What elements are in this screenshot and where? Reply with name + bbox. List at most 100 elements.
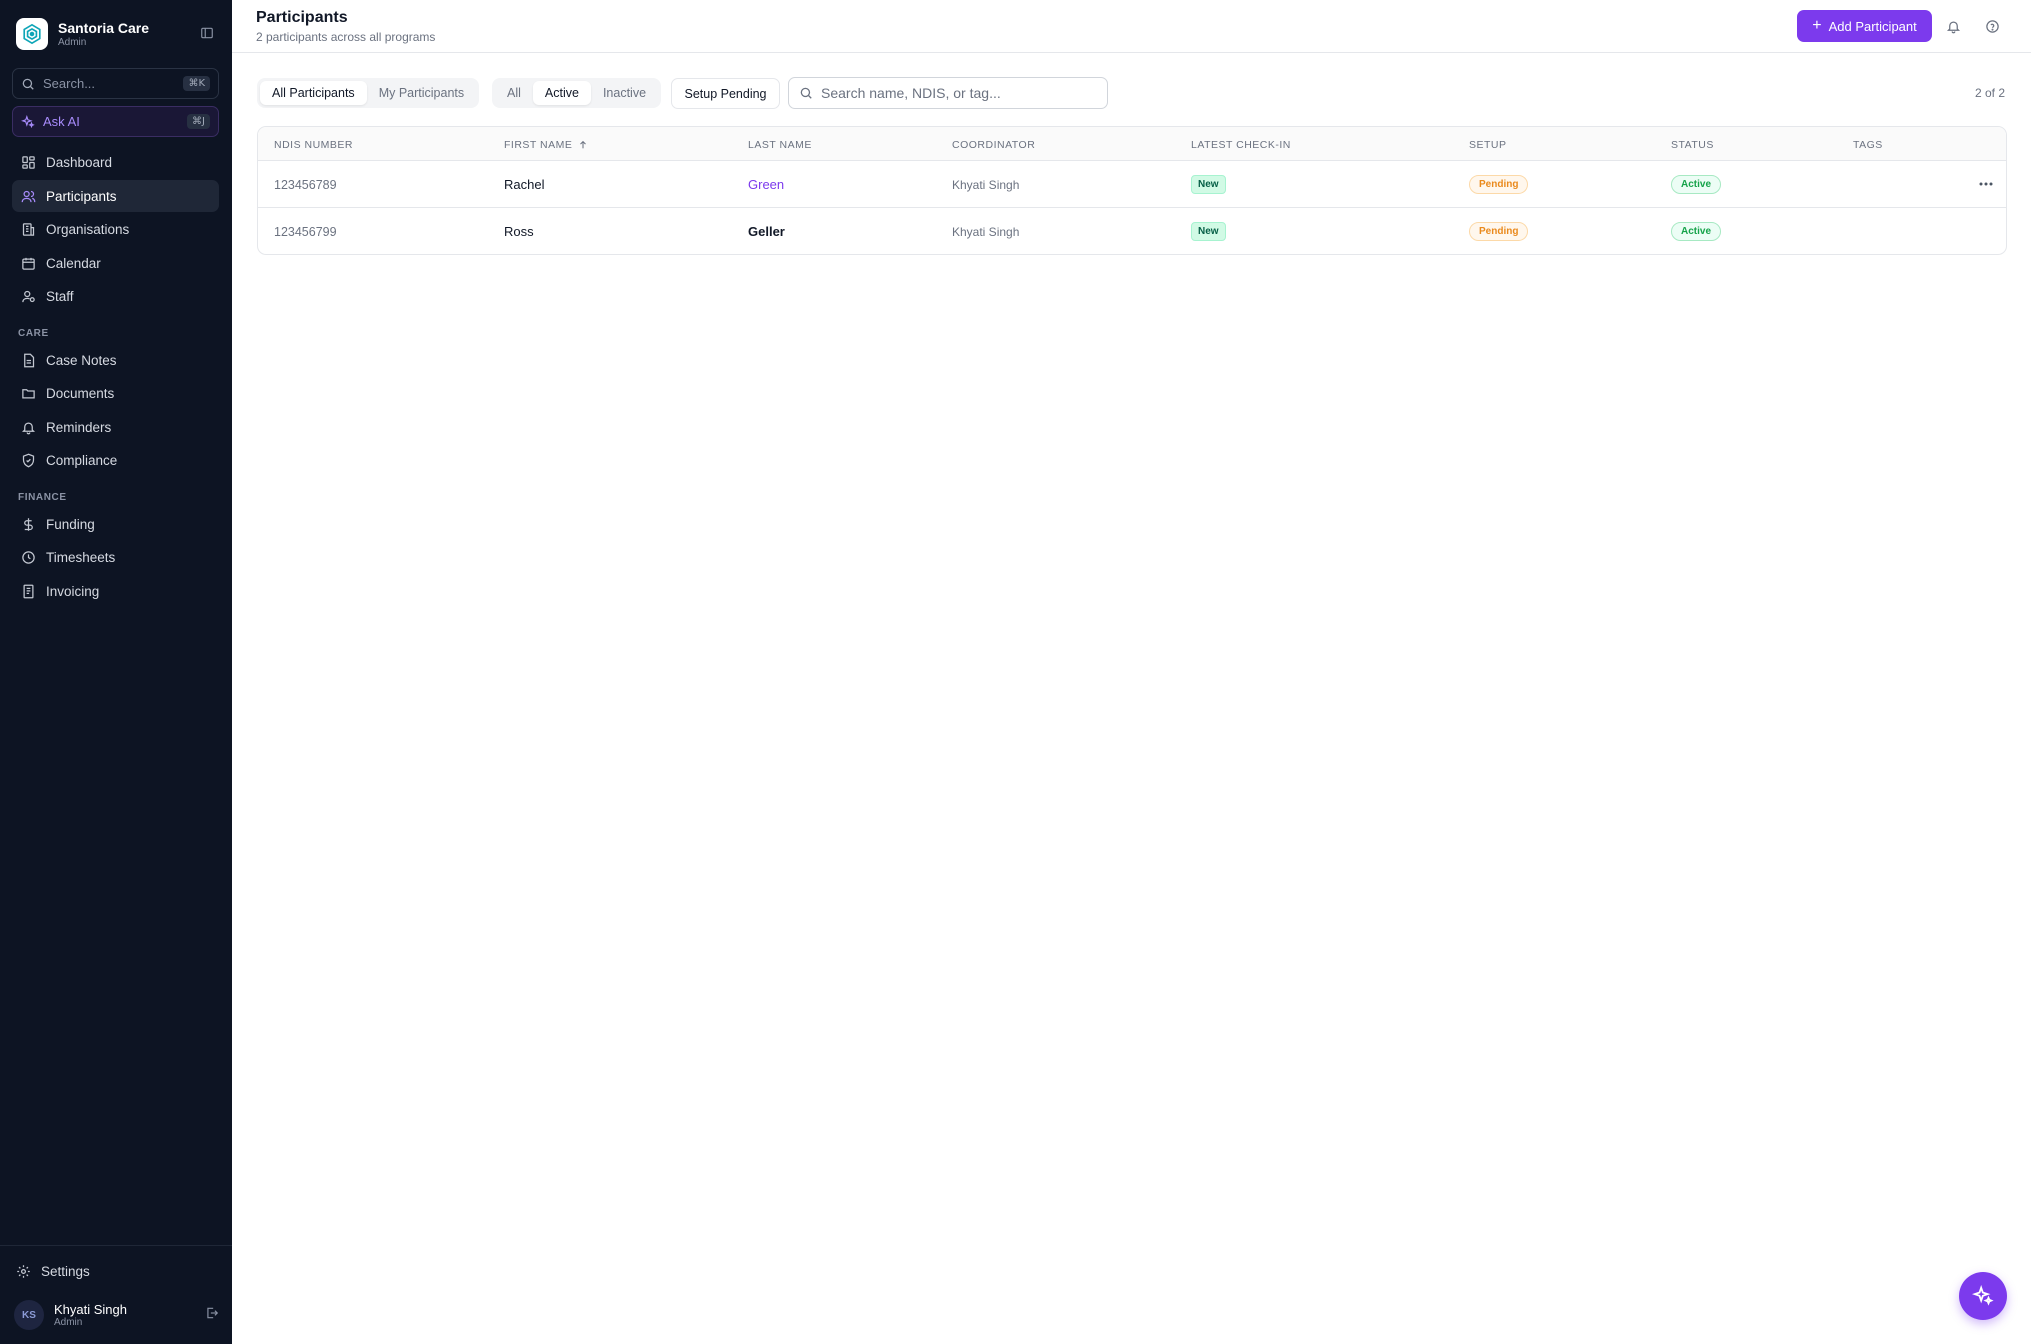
sidebar-search[interactable]: Search... ⌘K — [12, 68, 219, 99]
section-label-care: CARE — [18, 328, 49, 339]
sidebar-item-label: Compliance — [46, 452, 118, 468]
cell-first-name: Rachel — [504, 177, 545, 192]
sidebar-item-label: Documents — [46, 385, 115, 401]
cell-coordinator: Khyati Singh — [952, 177, 1020, 192]
settings-label: Settings — [41, 1263, 90, 1279]
sidebar-item-label: Participants — [46, 188, 117, 204]
add-participant-label: Add Participant — [1828, 18, 1917, 34]
logout-icon[interactable] — [205, 1306, 219, 1325]
sidebar-item-label: Reminders — [46, 419, 112, 435]
sidebar-item-reminders[interactable]: Reminders — [12, 411, 219, 443]
scope-toggle: All Participants My Participants — [257, 78, 480, 108]
notes-icon — [20, 352, 36, 368]
sidebar-item-timesheets[interactable]: Timesheets — [12, 541, 219, 573]
status-toggle: All Active Inactive — [492, 78, 662, 108]
sparkles-icon — [21, 114, 35, 128]
cell-last-name[interactable]: Geller — [748, 208, 785, 254]
cell-last-name[interactable]: Green — [748, 161, 784, 208]
table-row[interactable]: 123456799 Ross Geller Khyati Singh New P… — [258, 208, 2006, 254]
sidebar-item-documents[interactable]: Documents — [12, 377, 219, 409]
sidebar-item-participants[interactable]: Participants — [12, 180, 219, 212]
sidebar-item-label: Case Notes — [46, 352, 117, 368]
tab-all-participants[interactable]: All Participants — [260, 81, 367, 105]
sparkles-icon — [1972, 1285, 1994, 1306]
clock-icon — [20, 549, 36, 565]
bell-icon — [20, 419, 36, 435]
setup-badge: Pending — [1469, 175, 1529, 194]
sidebar: Santoria Care Admin Search... ⌘K Ask AI … — [0, 0, 232, 1344]
search-icon — [800, 87, 812, 99]
tab-status-all[interactable]: All — [495, 81, 533, 105]
staff-icon — [20, 288, 36, 304]
sidebar-item-staff[interactable]: Staff — [12, 280, 219, 312]
cell-coordinator: Khyati Singh — [952, 224, 1020, 239]
sidebar-item-label: Dashboard — [46, 154, 113, 170]
sidebar-item-dashboard[interactable]: Dashboard — [12, 146, 219, 178]
sidebar-item-funding[interactable]: Funding — [12, 508, 219, 540]
sidebar-collapse-icon[interactable] — [198, 24, 216, 42]
participant-search[interactable] — [788, 77, 1108, 109]
add-participant-button[interactable]: + Add Participant — [1797, 10, 1932, 42]
section-label-finance: FINANCE — [18, 492, 67, 503]
column-header-status[interactable]: STATUS — [1671, 139, 1714, 151]
table-header: NDIS NUMBER FIRST NAME LAST NAME COORDIN… — [258, 127, 2006, 161]
tab-status-inactive[interactable]: Inactive — [591, 81, 658, 105]
sidebar-divider — [0, 1245, 232, 1246]
search-shortcut: ⌘K — [183, 76, 210, 91]
table-row[interactable]: 123456789 Rachel Green Khyati Singh New … — [258, 161, 2006, 208]
brand-role: Admin — [58, 36, 87, 48]
calendar-icon — [20, 255, 36, 271]
help-icon[interactable] — [1982, 16, 2002, 36]
status-badge: Active — [1671, 222, 1722, 241]
notifications-bell-icon[interactable] — [1943, 16, 1963, 36]
cell-first-name: Ross — [504, 224, 534, 239]
result-count: 2 of 2 — [1975, 86, 2006, 100]
column-header-last-name[interactable]: LAST NAME — [748, 139, 812, 151]
ai-assistant-button[interactable] — [1959, 1272, 2007, 1320]
sidebar-item-invoicing[interactable]: Invoicing — [12, 575, 219, 607]
status-badge: Active — [1671, 175, 1722, 194]
sidebar-item-label: Staff — [46, 288, 74, 304]
page-title: Participants — [256, 9, 348, 26]
users-icon — [20, 188, 36, 204]
search-input[interactable] — [821, 85, 1097, 101]
user-profile[interactable]: KS Khyati Singh Admin — [14, 1298, 219, 1332]
plus-icon: + — [1812, 17, 1822, 34]
participants-table: NDIS NUMBER FIRST NAME LAST NAME COORDIN… — [257, 126, 2007, 255]
column-header-ndis[interactable]: NDIS NUMBER — [274, 139, 353, 151]
ask-ai-shortcut: ⌘J — [187, 114, 210, 129]
column-header-coordinator[interactable]: COORDINATOR — [952, 139, 1035, 151]
column-header-setup[interactable]: SETUP — [1469, 139, 1507, 151]
ask-ai-label: Ask AI — [43, 114, 80, 129]
folder-icon — [20, 385, 36, 401]
checkin-badge: New — [1191, 175, 1226, 194]
brand-logo-icon — [16, 18, 48, 50]
sidebar-item-organisations[interactable]: Organisations — [12, 213, 219, 245]
checkin-badge: New — [1191, 222, 1226, 241]
column-label: FIRST NAME — [504, 139, 573, 151]
sidebar-search-label: Search... — [43, 76, 96, 91]
sidebar-item-label: Invoicing — [46, 583, 100, 599]
column-header-first-name[interactable]: FIRST NAME — [504, 139, 588, 151]
shield-icon — [20, 452, 36, 468]
dollar-icon — [20, 516, 36, 532]
gear-icon — [17, 1264, 30, 1278]
sidebar-item-label: Organisations — [46, 221, 130, 237]
tab-my-participants[interactable]: My Participants — [367, 81, 476, 105]
sort-ascending-icon — [580, 140, 587, 149]
setup-badge: Pending — [1469, 222, 1529, 241]
sidebar-item-settings[interactable]: Settings — [12, 1256, 219, 1286]
ask-ai-button[interactable]: Ask AI ⌘J — [12, 106, 219, 137]
sidebar-item-calendar[interactable]: Calendar — [12, 247, 219, 279]
column-header-tags[interactable]: TAGS — [1853, 139, 1883, 151]
dashboard-icon — [20, 154, 36, 170]
column-header-latest-checkin[interactable]: LATEST CHECK-IN — [1191, 139, 1291, 151]
sidebar-item-case-notes[interactable]: Case Notes — [12, 344, 219, 376]
more-options-icon[interactable] — [1976, 175, 1996, 193]
cell-ndis: 123456789 — [274, 177, 337, 192]
tab-status-active[interactable]: Active — [532, 81, 591, 105]
sidebar-item-compliance[interactable]: Compliance — [12, 444, 219, 476]
brand[interactable]: Santoria Care Admin — [16, 18, 216, 50]
search-icon — [22, 78, 34, 90]
setup-pending-filter[interactable]: Setup Pending — [671, 78, 780, 109]
